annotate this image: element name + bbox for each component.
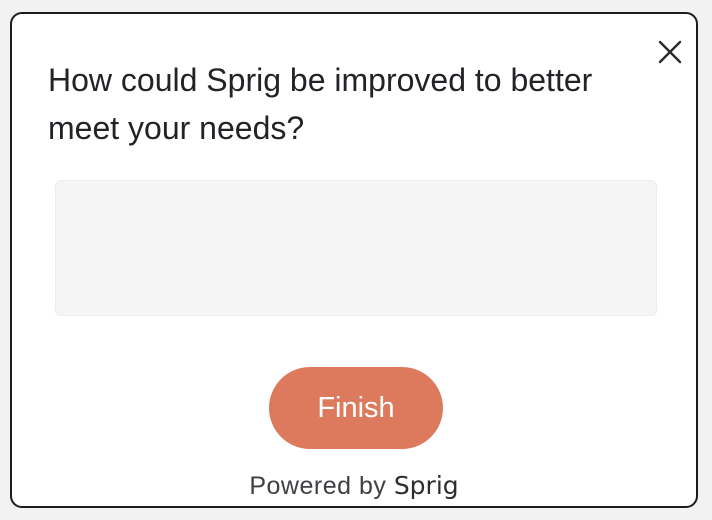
finish-button[interactable]: Finish — [269, 367, 443, 449]
powered-by: Powered by Sprig — [12, 468, 696, 504]
close-button[interactable] — [655, 37, 685, 67]
powered-by-label: Powered by — [249, 472, 387, 500]
answer-input[interactable] — [55, 180, 657, 316]
close-icon[interactable] — [657, 39, 683, 65]
sprig-logo[interactable]: Sprig — [394, 471, 459, 500]
survey-question: How could Sprig be improved to better me… — [48, 62, 593, 146]
survey-card: How could Sprig be improved to better me… — [10, 12, 698, 508]
